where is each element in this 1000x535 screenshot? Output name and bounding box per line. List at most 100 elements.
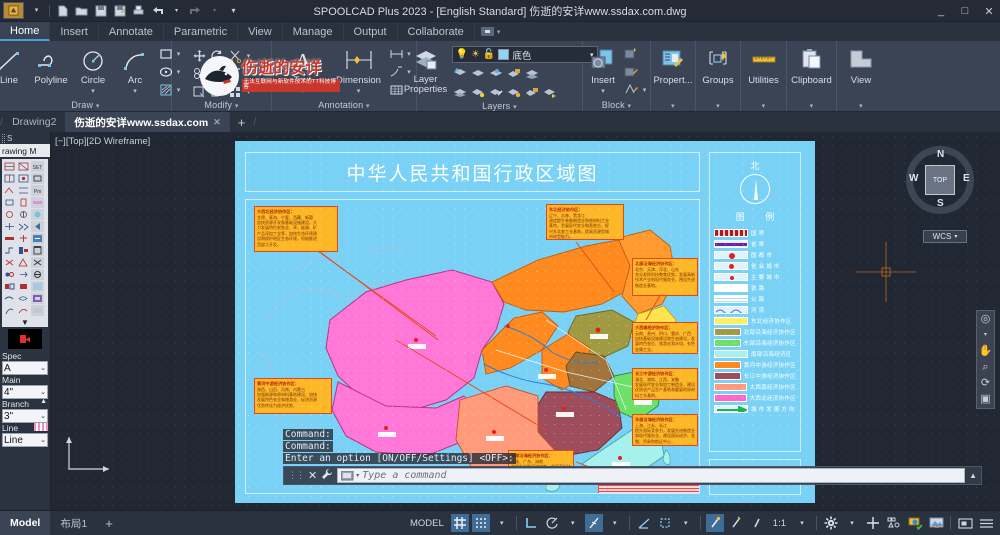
layer-color-swatch[interactable] [498,49,510,60]
copy-icon[interactable] [191,65,208,82]
open-icon[interactable] [73,2,90,19]
isometric-drafting-icon[interactable] [584,514,603,532]
view-cube-top-face[interactable]: TOP [925,165,955,195]
spec-grid-more-icon[interactable]: ▼ [2,318,48,327]
insert-block-button[interactable]: Insert ▾ [585,45,621,95]
utilities-panel-expand-icon[interactable]: ▾ [762,103,766,110]
tool-icon-c8[interactable] [31,245,44,256]
draw-panel-title[interactable]: Draw ▾ [3,100,168,111]
clean-screen-icon[interactable] [927,514,945,532]
view-cube-east-label[interactable]: E [963,173,970,184]
view-panel-title[interactable]: ▾ [840,100,882,111]
command-line-bar[interactable]: ⋮⋮ ✕ ▾ Type a command ▲ [283,466,982,485]
groups-panel-expand-icon[interactable]: ▾ [716,103,720,110]
redo-icon[interactable] [187,2,204,19]
view-cube-west-label[interactable]: W [909,173,918,184]
full-navigation-wheel-icon[interactable]: ◎ [981,314,991,325]
viewport-controls-label[interactable]: [−][Top][2D Wireframe] [55,136,150,147]
ribbon-tab-manage[interactable]: Manage [283,22,344,41]
layer-lock-icon[interactable] [506,65,523,82]
layer-unisolate-icon[interactable] [488,84,505,101]
view-panel-expand-icon[interactable]: ▾ [859,103,863,110]
tool-icon-b3[interactable] [17,185,30,196]
properties-panel-title[interactable]: ▾ [654,100,692,111]
view-button[interactable]: View [838,45,884,86]
create-block-icon[interactable] [623,45,640,62]
spec-field-dropdown-icon[interactable]: ⌄ [40,364,46,372]
ribbon-tab-annotate[interactable]: Annotate [99,22,164,41]
layer-on-tool-icon[interactable] [470,84,487,101]
maximize-button[interactable]: □ [958,4,972,18]
tool-icon-a3[interactable] [3,185,16,196]
customization-icon[interactable] [977,514,995,532]
properties-panel-expand-icon[interactable]: ▾ [671,103,675,110]
tool-icon-c6[interactable] [31,221,44,232]
polyline-button[interactable]: Polyline [31,45,71,86]
groups-button[interactable]: Groups [697,45,739,86]
isometric-dropdown-icon[interactable]: ▾ [606,514,624,532]
new-icon[interactable] [54,2,71,19]
lineweight-icon[interactable] [705,514,724,532]
add-layout-button[interactable]: + [97,511,121,535]
fullscreen-icon[interactable] [956,514,974,532]
layer-thaw-icon[interactable]: ☀ [471,49,480,60]
line-type-input[interactable]: Line ⌄ [2,433,48,447]
main-size-input[interactable]: 4" ⌄ [2,385,48,399]
clipboard-panel-title[interactable]: ▾ [790,100,833,111]
tool-icon-a2[interactable] [3,173,16,184]
tool-icon-c11[interactable] [31,281,44,292]
arc-dropdown-icon[interactable]: ▾ [132,87,139,95]
close-button[interactable]: ✕ [982,4,996,18]
edit-block-icon[interactable] [623,63,640,80]
rotate-icon[interactable] [209,47,226,64]
branch-size-dropdown-icon[interactable]: ⌄ [40,412,46,420]
dimension-dropdown-icon[interactable]: ▾ [355,87,362,95]
doc-tab-active[interactable]: 伤逝的安详www.ssdax.com ✕ [65,112,230,132]
ribbon-tab-parametric[interactable]: Parametric [164,22,239,41]
navbar-dropdown-icon[interactable]: ▾ [984,330,987,341]
groups-panel-title[interactable]: ▾ [699,100,737,111]
trim-dropdown-icon[interactable]: ▾ [245,52,252,60]
layer-off-icon[interactable] [488,65,505,82]
layer-isolate-icon[interactable] [452,65,469,82]
new-document-tab-button[interactable]: + [230,112,254,132]
pan-icon[interactable]: ✋ [979,346,993,357]
qat-customize-icon[interactable]: ▾ [225,2,242,19]
layers-panel-title[interactable]: Layers ▾ [420,101,579,112]
tool-icon-c1[interactable]: SET [31,161,44,172]
mirror-icon[interactable] [209,65,226,82]
utilities-button[interactable]: Utilities [742,45,786,86]
command-bar-close-icon[interactable]: ✕ [308,469,317,482]
isolate-objects-icon[interactable] [885,514,903,532]
draw-panel-expand-icon[interactable]: ▾ [96,103,100,110]
fillet-icon[interactable] [227,65,244,82]
grid-display-icon[interactable] [450,514,469,532]
tool-icon-b8[interactable] [17,245,30,256]
layer-unlock-icon[interactable]: 🔓 [483,49,495,60]
tool-icon-b5[interactable] [17,209,30,220]
layer-merge-icon[interactable] [524,65,541,82]
tool-icon-c2[interactable] [31,173,44,184]
command-prompt-icon[interactable]: ▾ [341,470,359,481]
ribbon-tab-insert[interactable]: Insert [50,22,99,41]
ortho-mode-icon[interactable] [522,514,540,532]
tool-icon-a11[interactable] [3,281,16,292]
tool-icon-a13[interactable] [3,305,16,316]
command-history-expand-icon[interactable]: ▲ [969,471,977,480]
redo-dropdown-icon[interactable]: ▾ [206,2,223,19]
tool-icon-a8[interactable] [3,245,16,256]
current-layer-combo[interactable]: 💡 ☀ 🔓 底色 ▾ [451,46,598,63]
layout-tab-layout1[interactable]: 布局1 [50,511,97,535]
view-cube-south-label[interactable]: S [937,198,944,209]
ribbon-display-options[interactable]: ▾ [475,22,507,41]
plot-icon[interactable] [130,2,147,19]
object-snap-tracking-icon[interactable] [635,514,653,532]
tool-icon-c4[interactable] [31,197,44,208]
snap-dropdown-icon[interactable]: ▾ [493,514,511,532]
define-attribute-icon[interactable] [623,81,640,98]
orbit-icon[interactable]: ⟳ [981,378,990,389]
command-bar-grip-icon[interactable]: ⋮⋮ [288,470,305,481]
gear-dropdown-icon[interactable]: ▾ [843,514,861,532]
zoom-extents-icon[interactable]: ⌕ [982,362,988,373]
panel-drag-handle[interactable]: S [0,132,50,144]
